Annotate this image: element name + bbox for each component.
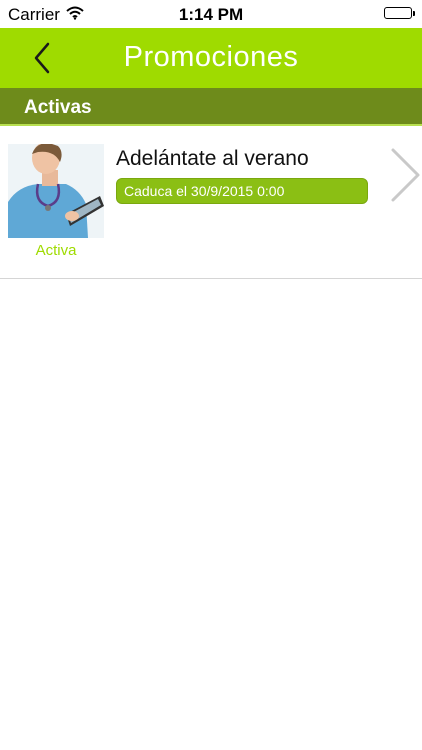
expiry-text: Caduca el 30/9/2015 0:00 xyxy=(124,183,285,199)
status-time: 1:14 PM xyxy=(178,5,244,24)
section-title: Activas xyxy=(24,97,92,118)
page-title: Promociones xyxy=(123,41,299,73)
expiry-badge: Caduca el 30/9/2015 0:00 xyxy=(116,178,368,204)
chevron-right-icon xyxy=(388,146,422,204)
section-header: Activas xyxy=(0,88,422,126)
promotion-title: Adelántate al verano xyxy=(116,147,309,170)
battery-icon xyxy=(384,7,415,19)
status-bar: Carrier 1:14 PM xyxy=(0,0,422,28)
navigation-bar: Promociones xyxy=(0,28,422,88)
promotion-image xyxy=(8,144,104,238)
promotion-row[interactable]: Activa Adelántate al verano Caduca el 30… xyxy=(0,128,422,279)
promotion-status: Activa xyxy=(35,242,77,259)
